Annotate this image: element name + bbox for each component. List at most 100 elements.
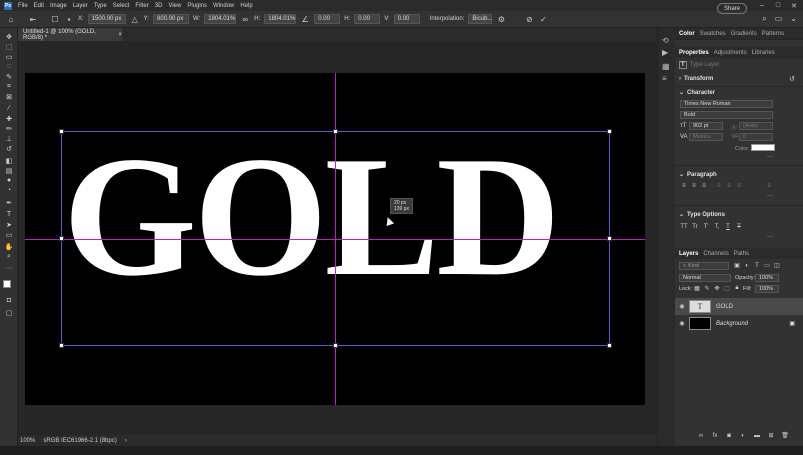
superscript-icon[interactable]: T' [702, 223, 710, 230]
brush-tool-icon[interactable]: ✏ [4, 124, 14, 133]
edit-toolbar-icon[interactable]: ··· [4, 264, 14, 273]
width-field[interactable]: 1804.01% [204, 14, 237, 24]
h-skew-field[interactable]: 0.00 [354, 14, 381, 24]
lock-pixels-icon[interactable]: ✎ [703, 285, 711, 292]
eyedropper-tool-icon[interactable]: ⁄ [4, 104, 14, 113]
transform-section-header[interactable]: › Transform [675, 74, 803, 83]
tab-adjustments[interactable]: Adjustments [714, 50, 747, 56]
status-menu-chevron-icon[interactable]: › [125, 438, 127, 444]
quick-select-tool-icon[interactable]: ✎ [4, 72, 14, 81]
more-options-icon[interactable]: ··· [767, 193, 773, 199]
lasso-tool-icon[interactable]: ◌ [4, 62, 14, 71]
cancel-transform-icon[interactable]: ⊘ [524, 14, 534, 24]
filter-type-icon[interactable]: T [753, 262, 761, 269]
delete-layer-icon[interactable]: 🗑︎ [781, 432, 789, 439]
more-options-icon[interactable]: ··· [767, 154, 773, 160]
menu-view[interactable]: View [168, 3, 181, 9]
menu-select[interactable]: Select [113, 3, 130, 9]
justify-all-icon[interactable]: ≡ [765, 182, 773, 189]
handle-top-center[interactable] [333, 129, 338, 134]
actions-panel-icon[interactable]: ▶ [662, 48, 668, 57]
maximize-icon[interactable]: □ [771, 0, 785, 11]
x-position-field[interactable]: 1500.00 px [87, 14, 126, 24]
interpolation-select[interactable]: Bicub... [468, 14, 492, 24]
filter-adjustment-icon[interactable]: ◐ [743, 262, 751, 269]
close-window-icon[interactable]: ✕ [787, 0, 801, 11]
tab-gradients[interactable]: Gradients [731, 31, 757, 37]
warp-icon[interactable]: ⚙ [496, 14, 506, 24]
lock-artboard-icon[interactable]: ⬚ [723, 285, 731, 292]
rotate-angle-field[interactable]: 0.00 [314, 14, 341, 24]
dodge-tool-icon[interactable]: ◔ [4, 186, 14, 195]
menu-image[interactable]: Image [50, 3, 67, 9]
zoom-level[interactable]: 100% [20, 438, 35, 444]
minimize-icon[interactable]: – [755, 0, 769, 11]
type-tool-icon[interactable]: T [4, 210, 14, 219]
leading-field[interactable]: (Auto) [739, 122, 773, 130]
tab-properties[interactable]: Properties [679, 50, 709, 56]
crop-tool-icon[interactable]: ⌗ [4, 82, 14, 91]
y-position-field[interactable]: 800.00 px [153, 14, 190, 24]
tab-patterns[interactable]: Patterns [762, 31, 784, 37]
small-caps-icon[interactable]: Tr [691, 223, 699, 230]
handle-top-left[interactable] [59, 129, 64, 134]
new-layer-icon[interactable]: ⊞ [767, 432, 775, 439]
pen-tool-icon[interactable]: ✒ [4, 198, 14, 207]
tab-channels[interactable]: Channels [703, 251, 728, 257]
layer-row-gold[interactable]: ◉ T GOLD [675, 298, 803, 315]
workspace-icon[interactable]: ▭ [775, 14, 783, 24]
blur-tool-icon[interactable]: ● [4, 176, 14, 185]
strikethrough-icon[interactable]: T [735, 223, 743, 230]
move-tool-icon[interactable]: ✥ [4, 32, 14, 41]
gradient-tool-icon[interactable]: ▤ [4, 166, 14, 175]
menu-edit[interactable]: Edit [34, 3, 44, 9]
marquee-tool-icon[interactable]: ▭ [4, 52, 14, 61]
menu-3d[interactable]: 3D [155, 3, 163, 9]
handle-bottom-right[interactable] [607, 343, 612, 348]
all-caps-icon[interactable]: TT [680, 223, 688, 230]
transform-bounding-box[interactable] [59, 129, 612, 348]
frame-tool-icon[interactable]: ⊠ [4, 92, 14, 101]
layer-row-background[interactable]: ◉ Background ▣ [675, 315, 803, 332]
eraser-tool-icon[interactable]: ◧ [4, 156, 14, 165]
adjustment-layer-icon[interactable]: ◐ [739, 432, 747, 439]
reset-transform-icon[interactable]: ↺ [789, 75, 795, 83]
visibility-eye-icon[interactable]: ◉ [675, 320, 689, 327]
screen-mode-icon[interactable]: ▢ [4, 308, 14, 317]
handle-middle-left[interactable] [59, 236, 64, 241]
path-selection-tool-icon[interactable]: ➤ [4, 220, 14, 229]
blend-mode-select[interactable]: Normal [679, 274, 731, 282]
paragraph-section-header[interactable]: ⌄ Paragraph [675, 170, 803, 179]
zoom-tool-icon[interactable]: ⌕ [4, 252, 14, 261]
close-tab-icon[interactable]: × [118, 32, 122, 38]
tab-paths[interactable]: Paths [734, 251, 749, 257]
reference-point-checkbox[interactable]: ☐ [50, 14, 60, 24]
fill-field[interactable]: 100% [755, 285, 779, 293]
tab-color[interactable]: Color [679, 31, 695, 37]
handle-bottom-left[interactable] [59, 343, 64, 348]
font-style-select[interactable]: Bold [680, 111, 773, 119]
filter-shape-icon[interactable]: ▭ [763, 262, 771, 269]
filter-smart-object-icon[interactable]: ◫ [773, 262, 781, 269]
height-field[interactable]: 1804.01% [264, 14, 297, 24]
type-options-section-header[interactable]: ⌄ Type Options [675, 210, 803, 219]
libraries-panel-icon[interactable]: ≡ [662, 74, 667, 83]
tab-swatches[interactable]: Swatches [700, 31, 726, 37]
layer-filter-select[interactable]: ⌕ Kind [679, 262, 729, 270]
tracking-field[interactable]: 0 [739, 133, 773, 141]
clone-stamp-tool-icon[interactable]: ⊥ [4, 134, 14, 143]
share-button[interactable]: Share [716, 3, 747, 14]
align-center-icon[interactable]: ≡ [690, 182, 698, 189]
canvas-area[interactable]: GOLD 20 px 139 px [18, 41, 657, 435]
commit-transform-icon[interactable]: ✓ [538, 14, 548, 24]
hand-tool-icon[interactable]: ✋ [4, 242, 14, 251]
handle-middle-right[interactable] [607, 236, 612, 241]
foreground-color-swatch[interactable] [3, 280, 11, 288]
rectangle-tool-icon[interactable]: ▭ [4, 230, 14, 239]
link-icon[interactable]: ∞ [240, 14, 250, 24]
history-brush-tool-icon[interactable]: ↺ [4, 144, 14, 153]
menu-type[interactable]: Type [94, 3, 107, 9]
menu-layer[interactable]: Layer [73, 3, 88, 9]
search-icon[interactable]: ⌕ [762, 14, 766, 24]
move-tool-preset-icon[interactable]: ⇤ [28, 14, 38, 24]
